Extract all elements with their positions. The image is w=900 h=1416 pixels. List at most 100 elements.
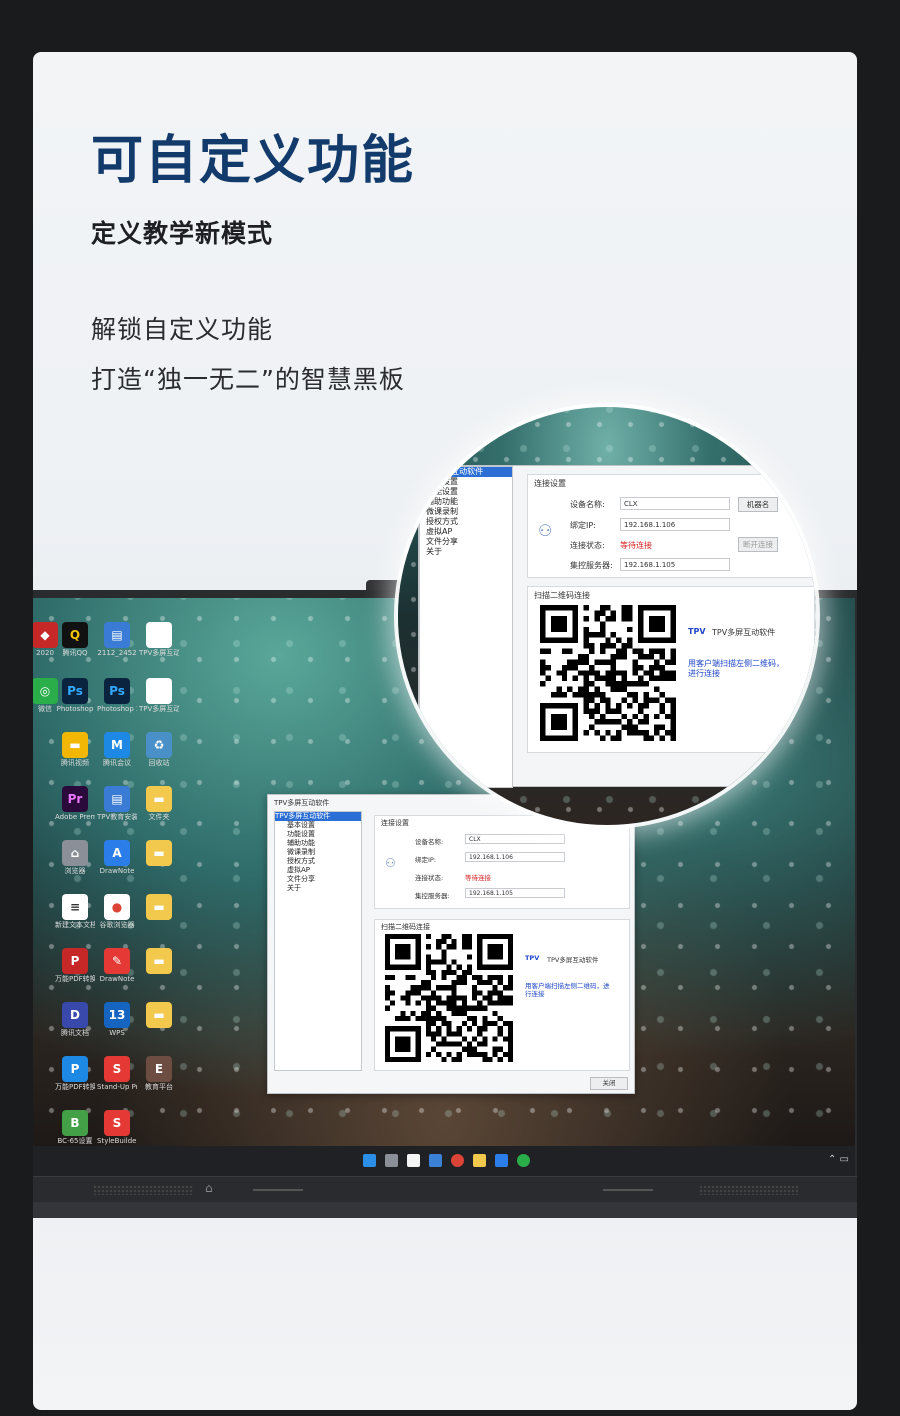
desktop-icon[interactable]: ▬ [139, 948, 179, 975]
settings-app-icon: B [62, 1110, 88, 1136]
chrome-icon[interactable] [451, 1154, 464, 1167]
text-file-icon: ≡ [62, 894, 88, 920]
tree-item[interactable]: 文件分享 [275, 875, 361, 884]
app-icon[interactable] [495, 1154, 508, 1167]
server-field[interactable]: 192.168.1.105 [620, 558, 730, 571]
tree-item[interactable]: 基本设置 [275, 821, 361, 830]
tree-item[interactable]: 虚拟AP [420, 527, 512, 537]
folder-icon[interactable] [473, 1154, 486, 1167]
pdf-converter-icon: P [62, 1056, 88, 1082]
tree-item[interactable]: 基本设置 [420, 477, 512, 487]
network-icon: ⌂ [62, 840, 88, 866]
file-icon [146, 678, 172, 704]
app-window[interactable]: TPV多屏互动软件 TPV多屏互动软件 基本设置 功能设置 辅助功能 微课录制 … [267, 794, 635, 1094]
tree-item[interactable]: TPV多屏互动软件 [420, 467, 512, 477]
desktop-icon[interactable]: D 腾讯文档 [55, 1002, 95, 1038]
standup-icon: S [104, 1056, 130, 1082]
board-bottom-bezel: ⌂ [33, 1176, 857, 1203]
system-tray[interactable]: ⌃ ▭ [828, 1154, 849, 1165]
desktop-icon[interactable]: TPV多屏互动 [139, 678, 179, 714]
speaker-grille-left [93, 1185, 193, 1195]
tree-item[interactable]: 微课录制 [420, 507, 512, 517]
desktop-icon[interactable]: ▬ 腾讯视频 [55, 732, 95, 768]
qr-hint: 用客户端扫描左侧二维码，进行连接 [525, 982, 610, 998]
desktop-icon[interactable]: ▬ 文件夹 [139, 786, 179, 822]
tree-item[interactable]: 辅助功能 [420, 497, 512, 507]
app-icon: 13 [104, 1002, 130, 1028]
feature-card: 可自定义功能 定义教学新模式 解锁自定义功能 打造“独一无二”的智慧黑板 ◆ 20… [33, 52, 857, 1410]
tree-item[interactable]: 文件分享 [420, 537, 512, 547]
connection-group: 连接设置 设备名称: CLX 绑定IP: 192.168.1.106 连接状态:… [374, 815, 630, 909]
close-button[interactable]: 关闭 [590, 1077, 628, 1090]
search-icon[interactable] [385, 1154, 398, 1167]
description-line-2: 打造“独一无二”的智慧黑板 [91, 365, 405, 394]
start-icon[interactable] [363, 1154, 376, 1167]
network-icon: ⚇ [385, 856, 396, 870]
bind-ip-select[interactable]: 192.168.1.106 [620, 518, 730, 531]
desktop-icon[interactable]: A DrawNote [97, 840, 137, 876]
desktop-icon[interactable]: P 万能PDF转换 [55, 1056, 95, 1092]
desktop-icon[interactable]: ▤ TPV教育安装 [97, 786, 137, 822]
desktop-icon[interactable]: E 教育平台 [139, 1056, 179, 1092]
tree-item[interactable]: 虚拟AP [275, 866, 361, 875]
magnified-window-callout: TPV多屏互动软件 基本设置 功能设置 辅助功能 微课录制 授权方式 虚拟AP … [398, 407, 816, 825]
desktop-icon[interactable]: P 万能PDF转换 [55, 948, 95, 984]
disconnect-button[interactable]: 断开连接 [738, 537, 778, 552]
home-icon[interactable]: ⌂ [205, 1181, 213, 1195]
tree-item[interactable]: TPV多屏互动软件 [275, 812, 361, 821]
desktop-icon[interactable]: Ps Photoshop [55, 678, 95, 714]
status-value: 等待连接 [465, 874, 491, 882]
desktop-icon[interactable]: ♻ 回收站 [139, 732, 179, 768]
desktop-icon[interactable]: SStand-Up Pro 2020 [97, 1056, 137, 1092]
desktop-icon[interactable]: PrAdobe Premiere [55, 786, 95, 822]
desktop-icon[interactable]: PsPhotoshop 2020 [97, 678, 137, 714]
desktop-icon[interactable]: ▬ [139, 1002, 179, 1029]
desktop-icon[interactable]: ▬ [139, 840, 179, 867]
desktop-icon[interactable]: M 腾讯会议 [97, 732, 137, 768]
tree-item[interactable]: 关于 [275, 884, 361, 893]
desktop-icon[interactable]: ▤ 2112_2452 [97, 622, 137, 658]
server-field[interactable]: 192.168.1.105 [465, 888, 565, 898]
qr-group: 扫描二维码连接 TPV TPV多屏互动软件 用客户端扫描左侧二维码，进行连接 [527, 586, 815, 753]
qq-icon: Q [62, 622, 88, 648]
tree-item[interactable]: 功能设置 [275, 830, 361, 839]
speaker-grille-right [699, 1185, 799, 1195]
desktop-icon[interactable]: ✎ DrawNote [97, 948, 137, 984]
premiere-icon: Pr [62, 786, 88, 812]
device-name-field[interactable]: CLX [465, 834, 565, 844]
pdf-icon: P [62, 948, 88, 974]
desktop-icon[interactable]: S StyleBuilder [97, 1110, 137, 1146]
desktop-icon[interactable]: ⌂ 浏览器 [55, 840, 95, 876]
desktop-icon[interactable]: 13 WPS [97, 1002, 137, 1038]
app-icon[interactable] [429, 1154, 442, 1167]
status-value: 等待连接 [620, 541, 652, 550]
photoshop-icon: Ps [62, 678, 88, 704]
chrome-icon: ● [104, 894, 130, 920]
tree-item[interactable]: 授权方式 [275, 857, 361, 866]
taskbar: ⌃ ▭ [33, 1146, 855, 1176]
desktop-icon[interactable]: Q 腾讯QQ [55, 622, 95, 658]
tree-item[interactable]: 辅助功能 [275, 839, 361, 848]
machine-name-button[interactable]: 机器名 [738, 497, 778, 512]
tree-item[interactable]: 关于 [420, 547, 512, 557]
desktop-icon[interactable]: ● 谷歌浏览器 [97, 894, 137, 930]
qr-hint: 用客户端扫描左侧二维码，进行连接 [688, 659, 784, 678]
desktop-icon[interactable]: TPV多屏互动 [139, 622, 179, 658]
tree-item[interactable]: 授权方式 [420, 517, 512, 527]
folder-icon: ▬ [146, 948, 172, 974]
tree-item[interactable]: 功能设置 [420, 487, 512, 497]
settings-tree[interactable]: TPV多屏互动软件 基本设置 功能设置 辅助功能 微课录制 授权方式 虚拟AP … [274, 811, 362, 1071]
tree-item[interactable]: 微课录制 [275, 848, 361, 857]
desktop-icon[interactable]: B BC-65设置 [55, 1110, 95, 1146]
desktop-icon[interactable]: ≡ 新建文本文档 [55, 894, 95, 930]
file-explorer-icon[interactable] [407, 1154, 420, 1167]
bind-ip-select[interactable]: 192.168.1.106 [465, 852, 565, 862]
device-name-field[interactable]: CLX [620, 497, 730, 510]
desktop-icon[interactable]: ▬ [139, 894, 179, 921]
recycle-bin-icon: ♻ [146, 732, 172, 758]
settings-tree[interactable]: TPV多屏互动软件 基本设置 功能设置 辅助功能 微课录制 授权方式 虚拟AP … [419, 466, 513, 788]
page-subtitle: 定义教学新模式 [91, 219, 274, 248]
connection-group: 连接设置 设备名称: CLX 机器名 绑定IP: 192.168.1.106 连… [527, 474, 815, 578]
app-window-zoomed[interactable]: TPV多屏互动软件 基本设置 功能设置 辅助功能 微课录制 授权方式 虚拟AP … [418, 465, 816, 788]
wechat-icon[interactable] [517, 1154, 530, 1167]
